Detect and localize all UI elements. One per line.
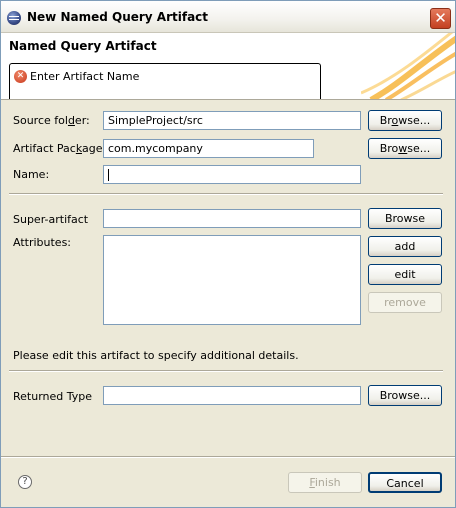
name-label: Name: <box>13 168 50 181</box>
close-button[interactable]: ✕ <box>430 8 451 29</box>
error-icon: ✕ <box>14 70 27 83</box>
source-folder-field[interactable]: SimpleProject/src <box>103 111 361 130</box>
attributes-list[interactable] <box>103 235 361 325</box>
add-attribute-button[interactable]: add <box>368 236 442 257</box>
separator <box>9 193 443 195</box>
cancel-button[interactable]: Cancel <box>368 472 442 493</box>
artifact-package-field[interactable]: com.mycompany <box>103 139 314 158</box>
artifact-package-browse-button[interactable]: Browse... <box>368 138 442 159</box>
close-icon: ✕ <box>434 9 447 27</box>
footer-separator <box>1 456 455 458</box>
edit-attribute-button[interactable]: edit <box>368 264 442 285</box>
finish-button[interactable]: Finish <box>288 472 362 493</box>
info-text: Please edit this artifact to specify add… <box>13 349 299 362</box>
source-folder-label: Source folder: <box>13 114 90 127</box>
banner-title: Named Query Artifact <box>9 39 157 53</box>
message-area: ✕ Enter Artifact Name <box>9 63 321 99</box>
wizard-banner: Named Query Artifact ✕ Enter Artifact Na… <box>1 33 455 100</box>
super-artifact-label: Super-artifact <box>13 213 89 226</box>
window-title: New Named Query Artifact <box>27 10 209 24</box>
super-artifact-field[interactable] <box>103 209 361 228</box>
title-bar[interactable]: New Named Query Artifact ✕ <box>1 1 455 33</box>
dialog-window: New Named Query Artifact ✕ Named Query A… <box>0 0 456 508</box>
separator <box>9 370 443 372</box>
name-field[interactable] <box>103 165 361 184</box>
attributes-label: Attributes: <box>13 236 72 249</box>
returned-type-label: Returned Type <box>13 390 93 403</box>
eclipse-app-icon <box>7 11 21 25</box>
help-icon[interactable]: ? <box>18 475 32 489</box>
returned-type-browse-button[interactable]: Browse... <box>368 385 442 406</box>
text-cursor <box>108 169 109 181</box>
returned-type-field[interactable] <box>103 386 361 405</box>
banner-decoration-graphic <box>361 33 455 99</box>
artifact-package-label: Artifact Package: <box>13 142 107 155</box>
remove-attribute-button[interactable]: remove <box>368 292 442 313</box>
dialog-footer: ? Finish Cancel <box>1 456 455 507</box>
error-message: Enter Artifact Name <box>30 70 140 83</box>
super-artifact-browse-button[interactable]: Browse <box>368 208 442 229</box>
source-folder-browse-button[interactable]: Browse... <box>368 110 442 131</box>
